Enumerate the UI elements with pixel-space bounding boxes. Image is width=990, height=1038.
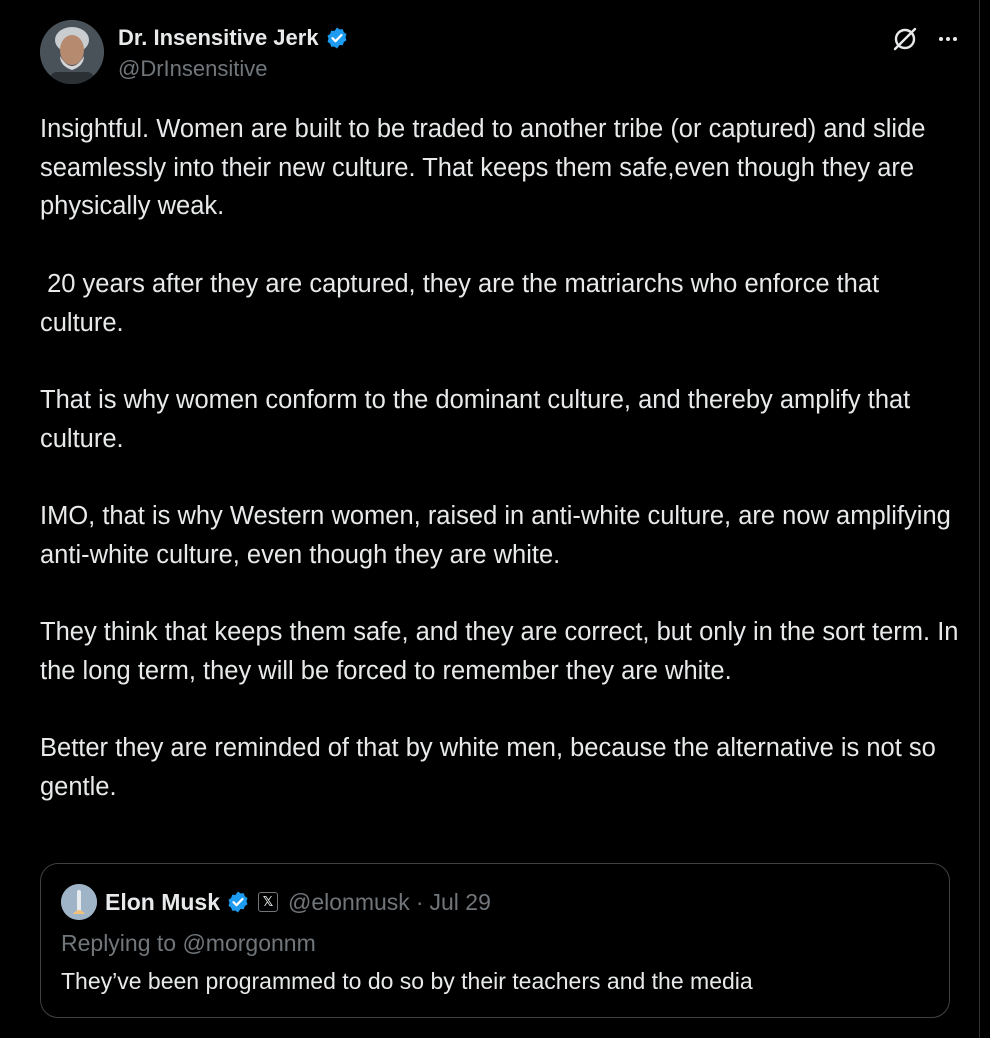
quoted-tweet-card[interactable]: Elon Musk 𝕏 @elonmusk · Jul 29 Replying …: [40, 863, 950, 1018]
x-affiliate-badge-icon[interactable]: 𝕏: [258, 892, 279, 912]
tweet-header: Dr. Insensitive Jerk @DrInsensitive: [40, 20, 970, 86]
quoted-author-handle[interactable]: @elonmusk: [288, 889, 410, 916]
tweet-text: Insightful. Women are built to be traded…: [40, 110, 960, 807]
quoted-tweet-date[interactable]: Jul 29: [429, 889, 490, 916]
author-handle[interactable]: @DrInsensitive: [118, 56, 349, 82]
tweet-paragraph: Insightful. Women are built to be traded…: [40, 115, 933, 221]
tweet-paragraph: They think that keeps them safe, and the…: [40, 618, 966, 685]
author-display-name[interactable]: Dr. Insensitive Jerk: [118, 25, 319, 51]
grok-icon[interactable]: [892, 26, 918, 57]
separator-dot: ·: [415, 888, 424, 915]
tweet-paragraph: Better they are reminded of that by whit…: [40, 734, 943, 801]
quoted-tweet-text: They’ve been programmed to do so by thei…: [61, 968, 753, 994]
quoted-author-display-name[interactable]: Elon Musk: [105, 889, 220, 916]
author-avatar[interactable]: [40, 20, 104, 84]
more-options-icon[interactable]: [936, 27, 960, 56]
tweet-paragraph: That is why women conform to the dominan…: [40, 385, 918, 453]
quoted-verified-badge-icon[interactable]: [226, 890, 250, 914]
tweet-paragraph: 20 years after they are captured, they a…: [40, 269, 887, 337]
tweet-paragraph: IMO, that is why Western women, raised i…: [40, 501, 958, 569]
rocket-avatar-icon: [61, 884, 97, 920]
verified-badge-icon[interactable]: [325, 26, 349, 50]
quoted-author-avatar[interactable]: [61, 884, 97, 920]
replying-to-label: Replying to @morgonnm: [61, 930, 316, 956]
timeline-border: [979, 0, 980, 1038]
avatar-photo-icon: [40, 20, 104, 84]
quoted-tweet-header: Elon Musk 𝕏 @elonmusk · Jul 29: [61, 884, 491, 920]
